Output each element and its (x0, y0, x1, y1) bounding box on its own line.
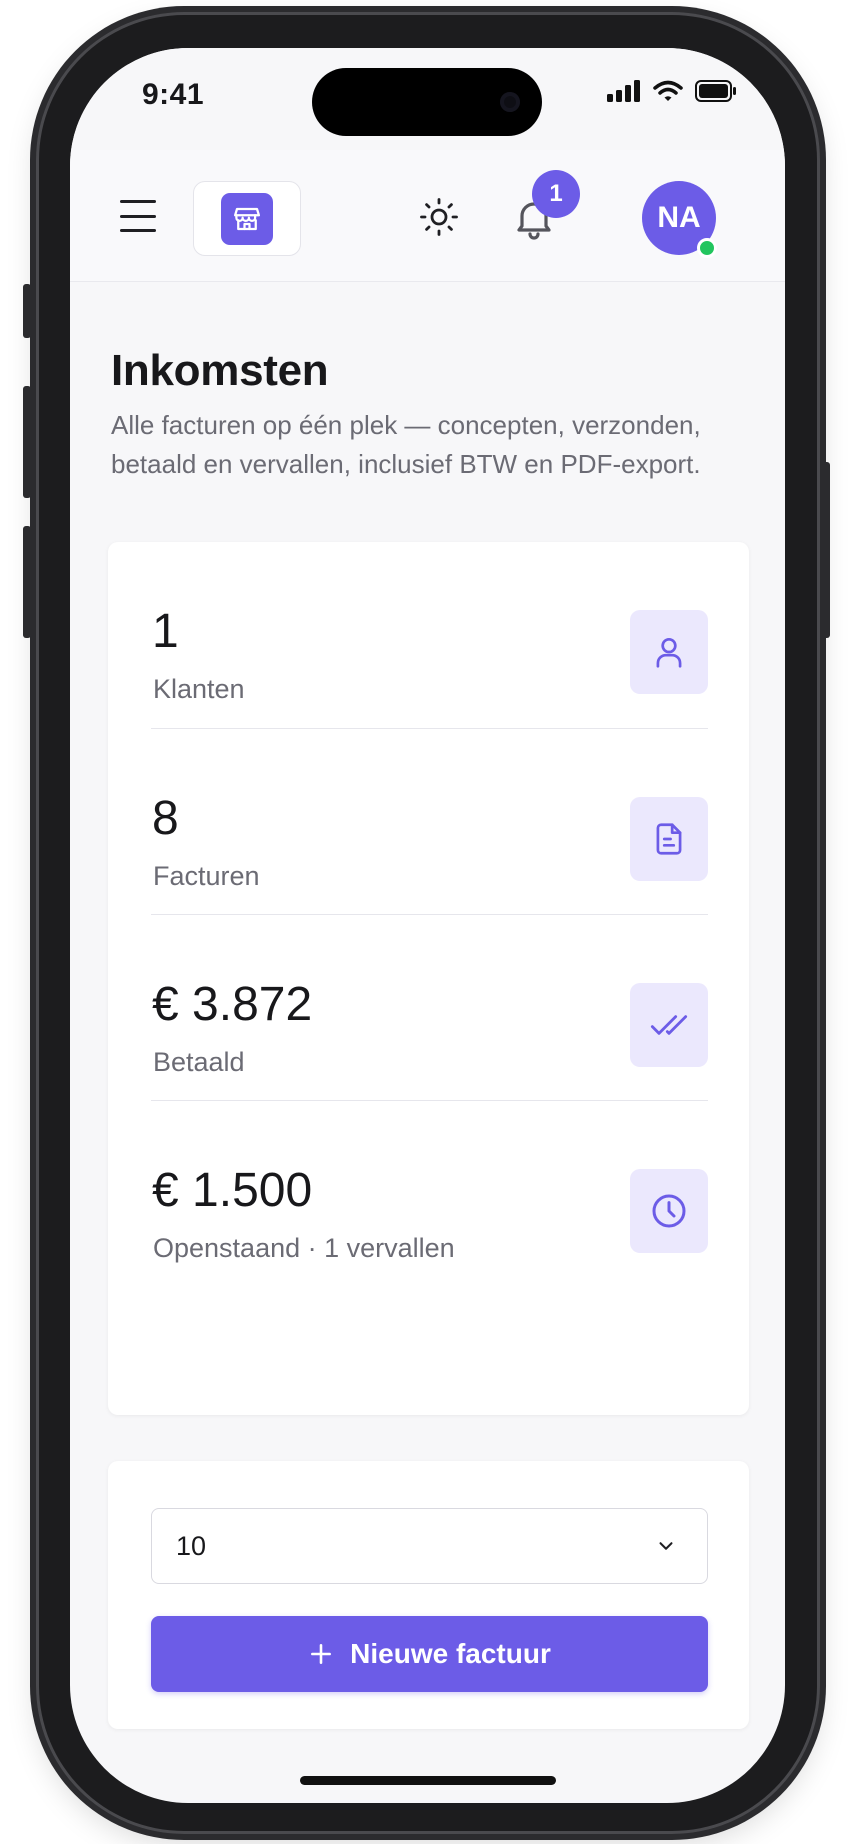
status-bar: 9:41 (70, 48, 785, 150)
dynamic-island (312, 68, 542, 136)
notification-badge: 1 (532, 170, 580, 218)
volume-up-button (23, 386, 31, 498)
stat-icon-box (630, 983, 708, 1067)
wifi-icon (653, 80, 683, 101)
stat-value: € 1.500 (152, 1164, 313, 1217)
stat-value: 8 (152, 792, 179, 845)
volume-down-button (23, 526, 31, 638)
stats-card: 1 Klanten 8 Facturen € 3.872 Betaald € 1… (108, 542, 749, 1415)
clock-icon (652, 1194, 686, 1228)
store-icon (234, 207, 260, 230)
double-check-icon (650, 1015, 688, 1035)
stat-outstanding: € 1.500 Openstaand · 1 vervallen (151, 1100, 708, 1346)
app-header: 1 NA (70, 150, 785, 282)
page-subtitle: Alle facturen op één plek — concepten, v… (111, 410, 701, 479)
plus-icon (311, 1644, 332, 1664)
camera-icon (500, 92, 520, 112)
new-invoice-label: Nieuwe factuur (350, 1638, 551, 1669)
app-screen: 9:41 1 NA Inkomsten Alle facturen op één… (70, 48, 785, 1803)
new-invoice-button[interactable]: Nieuwe factuur (151, 1616, 708, 1692)
signal-icon (607, 80, 640, 102)
chevron-down-icon (659, 1542, 673, 1550)
home-indicator[interactable] (300, 1776, 556, 1785)
menu-icon-bar (120, 214, 156, 218)
stat-label: Klanten (153, 674, 245, 704)
battery-icon (695, 80, 736, 102)
stat-icon-box (630, 797, 708, 881)
stat-label: Openstaand · 1 vervallen (153, 1233, 455, 1263)
logo-button[interactable] (193, 181, 301, 256)
menu-icon (120, 200, 156, 203)
actions-card: 10 Nieuwe factuur (108, 1461, 749, 1729)
stat-icon-box (630, 610, 708, 694)
page-size-select[interactable]: 10 (151, 1508, 708, 1584)
user-icon (656, 637, 682, 668)
stat-label: Facturen (153, 861, 260, 891)
page-title: Inkomsten (111, 346, 329, 395)
logo (221, 192, 273, 245)
stat-value: 1 (152, 605, 179, 658)
theme-toggle-button[interactable] (418, 196, 460, 238)
menu-icon-bar (120, 229, 156, 232)
status-icons (607, 80, 737, 102)
sun-icon (420, 198, 458, 236)
document-icon (656, 823, 682, 855)
status-time: 9:41 (142, 78, 205, 111)
menu-button[interactable] (118, 196, 158, 236)
stat-icon-box (630, 1169, 708, 1253)
power-button (822, 462, 830, 638)
online-status-indicator (697, 238, 717, 258)
stat-value: € 3.872 (152, 978, 313, 1031)
page-size-value: 10 (176, 1530, 207, 1561)
mute-switch (23, 284, 31, 338)
stat-label: Betaald (153, 1047, 245, 1077)
